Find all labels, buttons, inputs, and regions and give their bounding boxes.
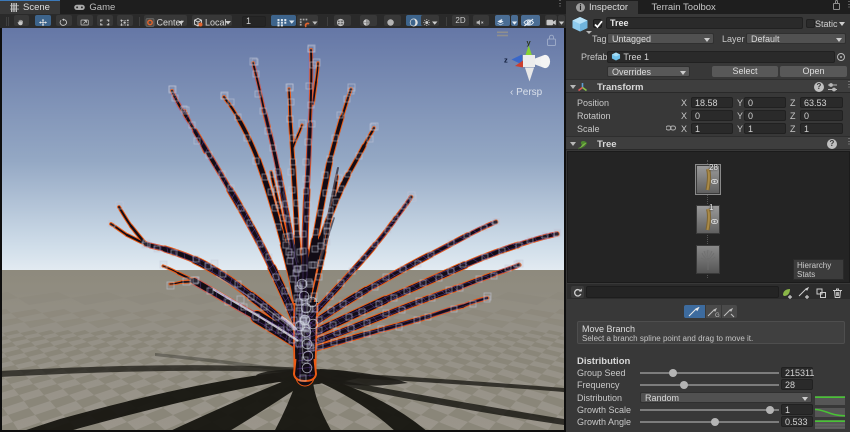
svg-text:z: z [504, 56, 508, 65]
svg-text:G: G [715, 313, 720, 318]
svg-text:Local: Local [205, 18, 227, 28]
svg-text:‹ Persp: ‹ Persp [510, 87, 543, 98]
